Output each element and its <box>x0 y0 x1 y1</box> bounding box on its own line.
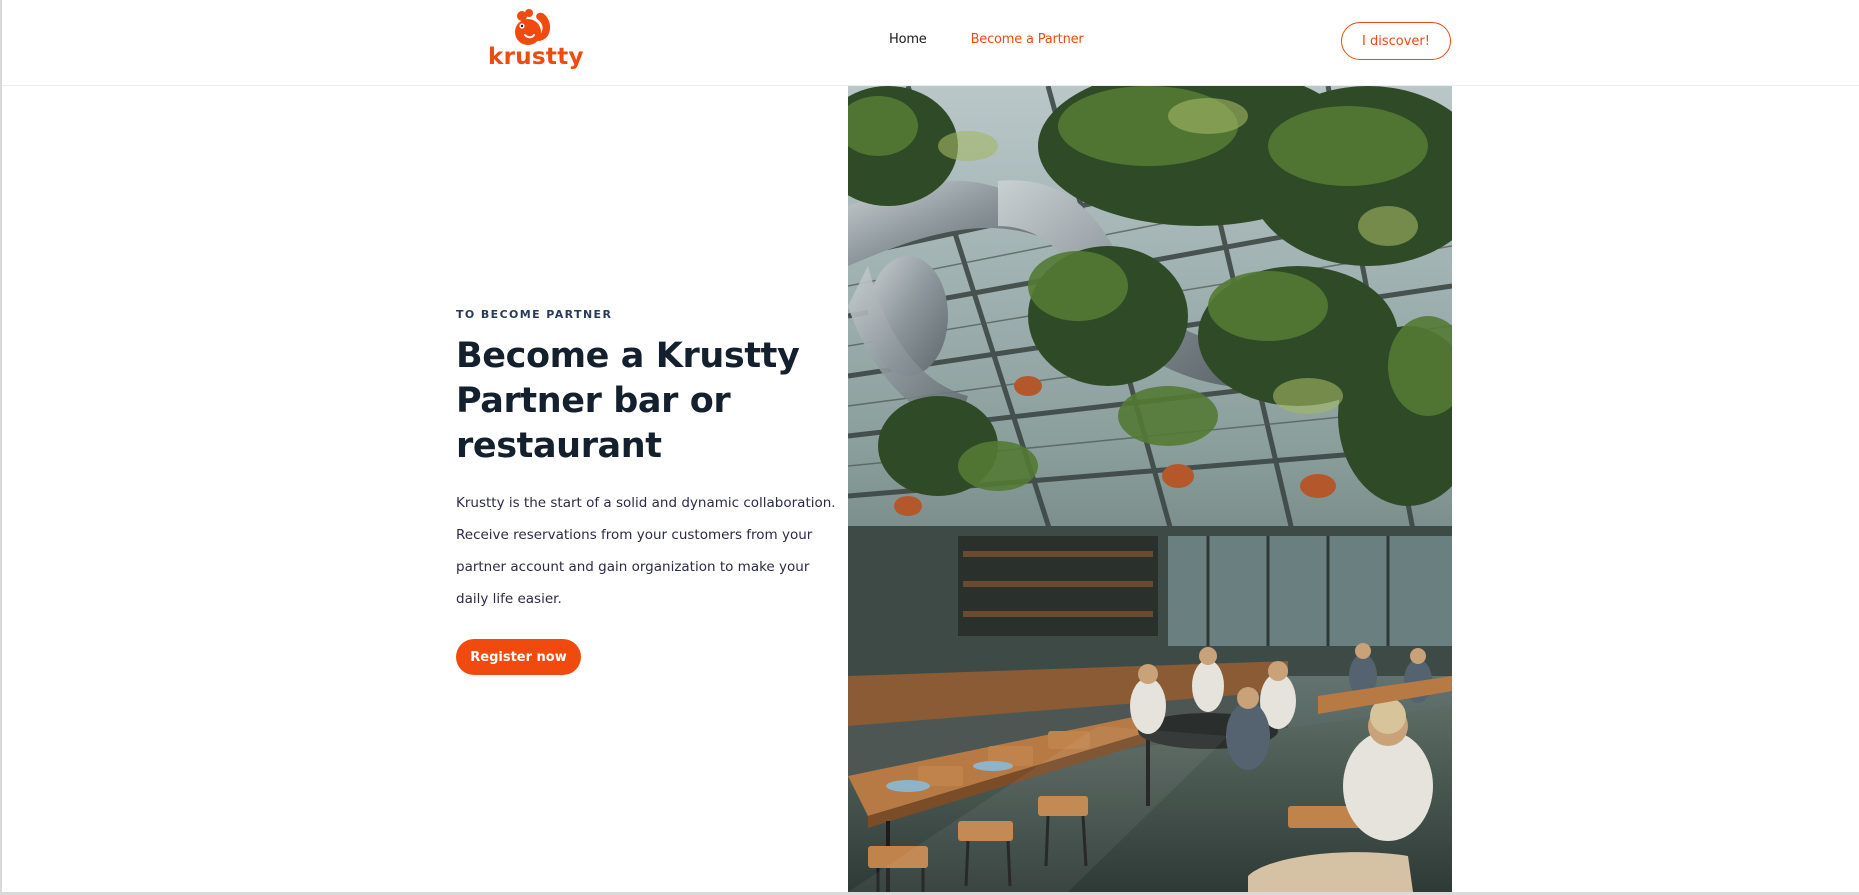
page: krustty Home Become a Partner I discover… <box>0 0 1859 895</box>
brand-logo[interactable]: krustty <box>488 8 584 76</box>
brand-wordmark: krustty <box>488 44 584 70</box>
site-header: krustty Home Become a Partner I discover… <box>2 0 1859 86</box>
discover-button[interactable]: I discover! <box>1341 22 1451 60</box>
hero-description: Krustty is the start of a solid and dyna… <box>456 495 836 607</box>
squirrel-icon <box>515 9 551 45</box>
nav-item-become-a-partner[interactable]: Become a Partner <box>971 32 1084 47</box>
hero-image <box>848 86 1452 892</box>
hero-title: Become a Krustty Partner bar or restaura… <box>456 336 800 466</box>
main-nav: Home Become a Partner <box>889 32 1084 47</box>
hero-eyebrow: TO BECOME PARTNER <box>456 308 613 321</box>
restaurant-photo <box>848 86 1452 892</box>
nav-item-home[interactable]: Home <box>889 32 927 47</box>
register-button[interactable]: Register now <box>456 639 581 675</box>
